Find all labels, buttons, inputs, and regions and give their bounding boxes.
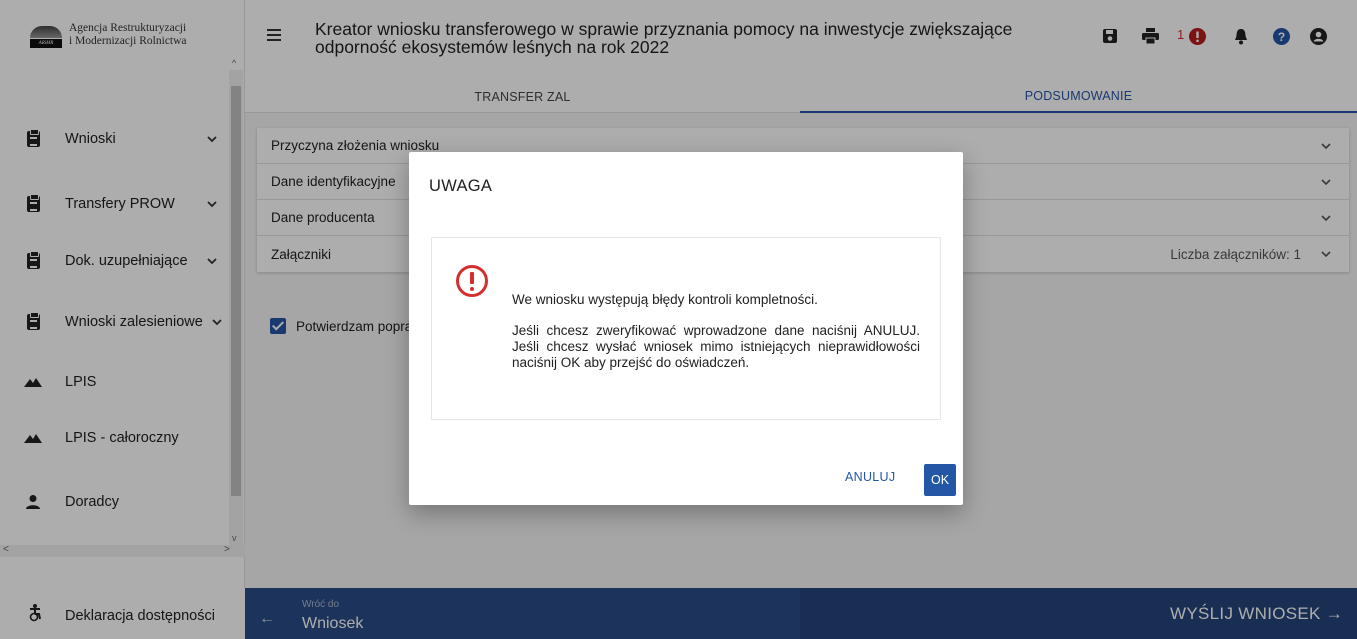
warning-dialog: UWAGA We wniosku występują błędy kontrol… [409, 152, 963, 505]
dialog-message-box: We wniosku występują błędy kontroli komp… [431, 237, 941, 420]
dialog-message-2: Jeśli chcesz zweryfikować wprowadzone da… [512, 323, 920, 370]
warning-icon [456, 265, 488, 297]
dialog-title: UWAGA [429, 177, 493, 195]
dialog-message-1: We wniosku występują błędy kontroli komp… [512, 292, 818, 307]
cancel-button[interactable]: ANULUJ [845, 470, 895, 484]
ok-button[interactable]: OK [924, 464, 956, 496]
